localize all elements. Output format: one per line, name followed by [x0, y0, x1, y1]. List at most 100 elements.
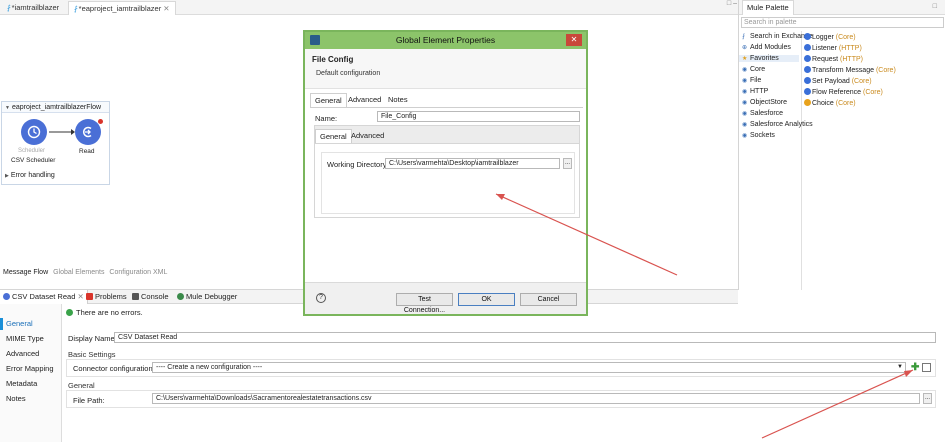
editor-tab-bar: ⨏*iamtrailblazer ⨏*eaproject_iamtrailbla…	[0, 0, 738, 15]
exchange-icon: ⨏	[742, 34, 746, 40]
scheduler-type-label: Scheduler	[18, 148, 46, 154]
set-payload-icon	[804, 77, 811, 84]
palette-cat-file[interactable]: ◉ File	[742, 77, 761, 84]
palette-categories: ⨏ Search in Exchange ⊕ Add Modules ★ Favori…	[739, 31, 813, 290]
canvas-view-tabs: Message Flow Global Elements Configurati…	[3, 269, 170, 276]
mule-icon: ⨏	[7, 5, 11, 12]
debugger-icon	[177, 293, 184, 300]
palette-item-logger[interactable]: Logger (Core)	[804, 33, 856, 41]
mule-icon: ⨏	[74, 6, 78, 13]
close-icon[interactable]: ✕	[163, 4, 169, 13]
component-icon	[3, 293, 10, 300]
tab-mule-debugger[interactable]: Mule Debugger	[174, 290, 240, 304]
palette-cat-add-modules[interactable]: ⊕ Add Modules	[742, 44, 791, 51]
star-icon: ★	[742, 56, 748, 62]
close-icon[interactable]: ✕	[566, 34, 582, 46]
name-input[interactable]: File_Config	[377, 111, 580, 122]
folder-icon: ◉	[742, 111, 748, 117]
palette-cat-salesforce[interactable]: ◉ Salesforce	[742, 110, 783, 117]
add-icon: ⊕	[742, 45, 748, 51]
editor-tab-eaproject[interactable]: ⨏*eaproject_iamtrailblazer ✕	[68, 1, 176, 15]
choice-icon	[804, 99, 811, 106]
palette-search-input[interactable]: Search in palette	[741, 17, 944, 28]
tab-message-flow[interactable]: Message Flow	[3, 269, 48, 276]
tab-configuration-xml[interactable]: Configuration XML	[109, 269, 167, 276]
file-path-label: File Path:	[73, 396, 105, 405]
test-connection-button[interactable]: Test Connection...	[396, 293, 453, 314]
palette-cat-core[interactable]: ◉ Core	[742, 66, 765, 73]
flow-title: ▼ eaproject_iamtrailblazerFlow	[2, 102, 109, 113]
edit-config-icon[interactable]	[922, 363, 931, 372]
palette-cat-sockets[interactable]: ◉ Sockets	[742, 132, 775, 139]
read-label: Read	[79, 148, 95, 155]
dialog-tab-general[interactable]: General	[310, 93, 347, 107]
tab-global-elements[interactable]: Global Elements	[53, 269, 104, 276]
global-element-properties-dialog: Global Element Properties ✕ File Config …	[303, 30, 588, 316]
dialog-title: Global Element Properties	[395, 35, 496, 45]
working-directory-browse-button[interactable]: ...	[563, 158, 572, 169]
palette-cat-salesforce-analytics[interactable]: ◉ Salesforce Analytics	[742, 121, 813, 128]
palette-item-choice[interactable]: Choice (Core)	[804, 99, 856, 107]
error-handling-section[interactable]: ▶ Error handling	[5, 172, 55, 179]
view-controls[interactable]: □ –	[727, 0, 737, 7]
display-name-input[interactable]: CSV Dataset Read	[114, 332, 936, 343]
connector-config-select[interactable]: ---- Create a new configuration ---- ▼	[152, 362, 906, 373]
editor-tab-iamtrailblazer[interactable]: ⨏*iamtrailblazer	[2, 1, 64, 15]
read-node-icon[interactable]	[75, 119, 101, 145]
folder-icon: ◉	[742, 133, 748, 139]
palette-item-transform-message[interactable]: Transform Message (Core)	[804, 66, 896, 74]
dialog-tab-notes[interactable]: Notes	[384, 93, 412, 107]
palette-item-set-payload[interactable]: Set Payload (Core)	[804, 77, 872, 85]
nav-error-mapping[interactable]: Error Mapping	[6, 364, 54, 373]
nav-general[interactable]: General	[6, 319, 33, 328]
tab-csv-dataset-read[interactable]: CSV Dataset Read ✕	[0, 290, 88, 304]
nav-metadata[interactable]: Metadata	[6, 379, 37, 388]
folder-icon: ◉	[742, 67, 748, 73]
cancel-button[interactable]: Cancel	[520, 293, 577, 306]
flow-arrow-icon	[49, 129, 75, 135]
flow-container[interactable]: ▼ eaproject_iamtrailblazerFlow Scheduler …	[1, 101, 110, 185]
dialog-tab-advanced[interactable]: Advanced	[344, 93, 385, 107]
nav-advanced[interactable]: Advanced	[6, 349, 39, 358]
add-config-icon[interactable]: ✚	[911, 363, 919, 373]
palette-cat-search-exchange[interactable]: ⨏ Search in Exchange	[742, 33, 813, 40]
nav-notes[interactable]: Notes	[6, 394, 26, 403]
dialog-header: File Config Default configuration	[305, 49, 586, 89]
problems-icon	[86, 293, 93, 300]
view-controls-icon[interactable]: □	[933, 0, 937, 14]
file-path-input[interactable]: C:\Users\varmehta\Downloads\Sacramentore…	[152, 393, 920, 404]
console-icon	[132, 293, 139, 300]
palette-item-request[interactable]: Request (HTTP)	[804, 55, 863, 63]
file-path-browse-button[interactable]: ...	[923, 393, 932, 404]
mule-palette: Mule Palette □ Search in palette ⨏ Search …	[738, 0, 945, 290]
transform-icon	[804, 66, 811, 73]
folder-icon: ◉	[742, 122, 748, 128]
palette-item-listener[interactable]: Listener (HTTP)	[804, 44, 862, 52]
collapse-triangle-icon[interactable]: ▼	[5, 105, 10, 111]
dialog-title-bar: Global Element Properties ✕	[305, 32, 586, 49]
palette-cat-http[interactable]: ◉ HTTP	[742, 88, 768, 95]
palette-item-flow-reference[interactable]: Flow Reference (Core)	[804, 88, 883, 96]
palette-cat-objectstore[interactable]: ◉ ObjectStore	[742, 99, 787, 106]
palette-tab[interactable]: Mule Palette	[742, 0, 794, 15]
inner-tab-bar: General Advanced	[314, 125, 580, 144]
request-icon	[804, 55, 811, 62]
scheduler-node-icon[interactable]	[21, 119, 47, 145]
nav-mime-type[interactable]: MIME Type	[6, 334, 44, 343]
folder-icon: ◉	[742, 89, 748, 95]
tab-problems[interactable]: Problems	[83, 290, 130, 304]
expand-triangle-icon: ▶	[5, 173, 9, 179]
editor-tab-label: *iamtrailblazer	[11, 3, 60, 12]
dialog-footer: ? Test Connection... OK Cancel	[305, 282, 586, 314]
palette-cat-favorites[interactable]: ★ Favorites	[739, 55, 799, 62]
basic-settings-heading: Basic Settings	[68, 350, 116, 359]
chevron-down-icon: ▼	[897, 364, 903, 370]
working-directory-label: Working Directory:	[327, 160, 389, 169]
tab-console[interactable]: Console	[129, 290, 172, 304]
working-directory-input[interactable]: C:\Users\varmehta\Desktop\iamtrailblazer	[385, 158, 560, 169]
folder-icon: ◉	[742, 100, 748, 106]
ok-button[interactable]: OK	[458, 293, 515, 306]
help-icon[interactable]: ?	[316, 293, 326, 303]
inner-tab-advanced[interactable]: Advanced	[347, 129, 388, 143]
display-name-label: Display Name:	[68, 334, 117, 343]
